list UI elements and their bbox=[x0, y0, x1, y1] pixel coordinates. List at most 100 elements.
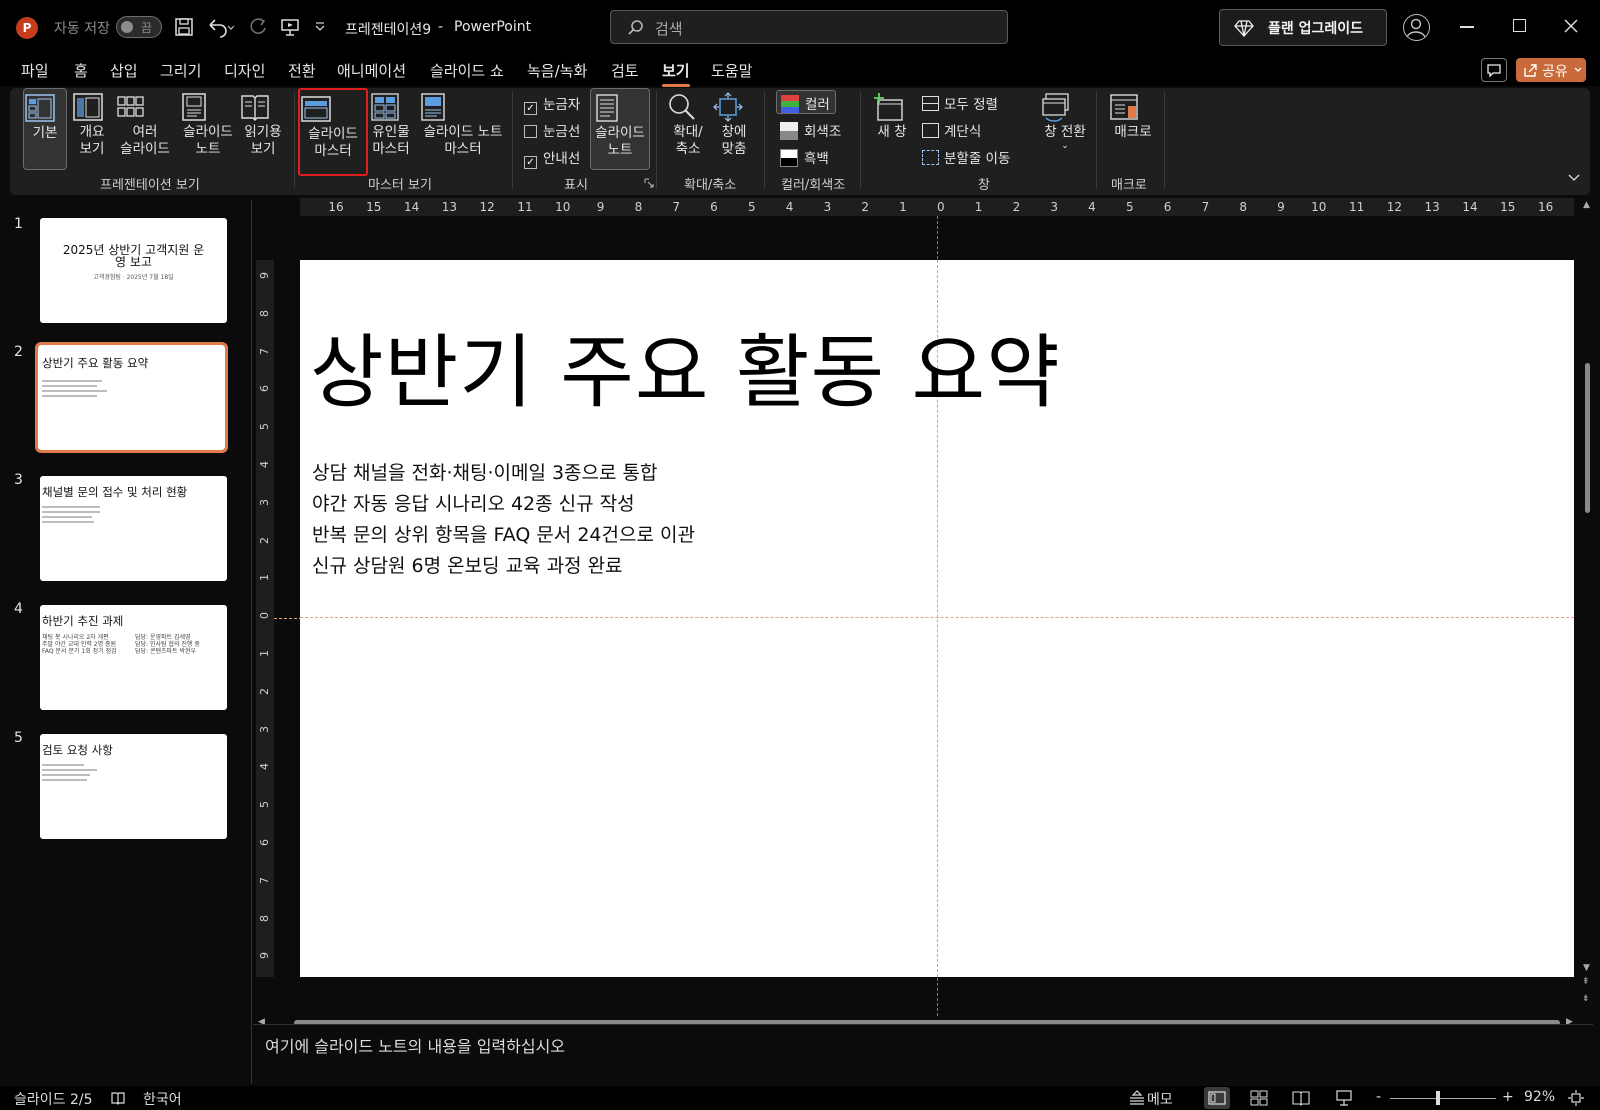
customize-qat-chevron-icon[interactable] bbox=[314, 22, 326, 32]
show-notes-button[interactable]: 슬라이드 노트 bbox=[590, 88, 650, 170]
tab-transitions[interactable]: 전환 bbox=[288, 60, 316, 81]
search-icon bbox=[627, 19, 645, 37]
diamond-icon bbox=[1234, 19, 1254, 37]
ruler-tick-label: 4 bbox=[258, 461, 271, 468]
collapse-ribbon-chevron-icon[interactable] bbox=[1568, 174, 1580, 182]
scroll-up-icon[interactable]: ▲ bbox=[1583, 200, 1590, 210]
slide-bullet[interactable]: 신규 상담원 6명 온보딩 교육 과정 완료 bbox=[312, 551, 623, 578]
ruler-tick-label: 14 bbox=[403, 200, 420, 214]
save-icon[interactable] bbox=[174, 17, 194, 37]
slide-thumbnail-1[interactable]: 2025년 상반기 고객지원 운 영 보고 고객경험팀 · 2025년 7월 1… bbox=[40, 218, 227, 323]
tab-draw[interactable]: 그리기 bbox=[160, 60, 201, 81]
macros-button[interactable]: 매크로 bbox=[1108, 88, 1158, 170]
tab-help[interactable]: 도움말 bbox=[711, 60, 752, 81]
tab-view[interactable]: 보기 bbox=[662, 60, 690, 87]
tab-review[interactable]: 검토 bbox=[611, 60, 639, 81]
slide-thumbnail-5[interactable]: 검토 요청 사항 bbox=[40, 734, 227, 839]
search-box[interactable]: 검색 bbox=[610, 10, 1008, 44]
menu-bar: 파일 홈 삽입 그리기 디자인 전환 애니메이션 슬라이드 쇼 녹음/녹화 검토… bbox=[0, 56, 1600, 87]
notes-master-button[interactable]: 슬라이드 노트 마스터 bbox=[417, 88, 509, 170]
outline-view-button[interactable]: 개요 보기 bbox=[72, 88, 112, 170]
slide-bullet[interactable]: 반복 문의 상위 항목을 FAQ 문서 24건으로 이관 bbox=[312, 520, 695, 547]
zoom-slider[interactable] bbox=[1390, 1098, 1496, 1099]
reading-view-status-icon[interactable] bbox=[1292, 1090, 1310, 1106]
ruler-tick-label: 9 bbox=[258, 272, 271, 279]
tab-slideshow[interactable]: 슬라이드 쇼 bbox=[430, 60, 504, 81]
slide-sorter-status-icon[interactable] bbox=[1250, 1090, 1268, 1106]
slide-title[interactable]: 상반기 주요 활동 요약 bbox=[310, 308, 1061, 424]
minimize-icon[interactable] bbox=[1460, 26, 1474, 28]
fit-slide-to-window-icon[interactable] bbox=[1568, 1090, 1584, 1106]
slide-canvas[interactable]: 상반기 주요 활동 요약 상담 채널을 전화·채팅·이메일 3종으로 통합 야간… bbox=[300, 260, 1574, 977]
tab-design[interactable]: 디자인 bbox=[224, 60, 265, 81]
present-from-start-icon[interactable] bbox=[280, 17, 300, 37]
notes-page-button[interactable]: 슬라이드 노트 bbox=[178, 88, 238, 170]
ruler-tick-label: 13 bbox=[1424, 200, 1440, 214]
redo-icon[interactable] bbox=[248, 17, 268, 37]
zoom-label-1: 확대/ bbox=[673, 124, 703, 140]
undo-icon[interactable] bbox=[206, 16, 236, 38]
zoom-level[interactable]: 92% bbox=[1524, 1089, 1555, 1105]
gridlines-checkbox[interactable]: 눈금선 bbox=[524, 120, 580, 140]
show-dialog-launcher-icon[interactable] bbox=[644, 178, 654, 188]
move-split-button[interactable]: 분할줄 이동 bbox=[922, 147, 1010, 167]
notes-pane[interactable]: 여기에 슬라이드 노트의 내용을 입력하십시오 bbox=[253, 1024, 1593, 1084]
next-slide-icon[interactable]: ⇟ bbox=[1582, 995, 1590, 1004]
autosave-toggle[interactable]: 끔 bbox=[116, 16, 162, 38]
account-avatar-icon[interactable] bbox=[1403, 14, 1430, 41]
tab-home[interactable]: 홈 bbox=[74, 60, 88, 81]
comments-button[interactable] bbox=[1481, 58, 1507, 82]
ruler-tick-label: 13 bbox=[441, 200, 458, 214]
upgrade-plan-button[interactable]: 플랜 업그레이드 bbox=[1219, 9, 1387, 46]
title-bar: P 자동 저장 끔 프레젠테이션9 - PowerPoint 검색 플랜 업그레… bbox=[0, 0, 1600, 56]
ruler-tick-label: 7 bbox=[258, 347, 271, 355]
tab-record[interactable]: 녹음/녹화 bbox=[527, 60, 587, 81]
arrange-all-button[interactable]: 모두 정렬 bbox=[922, 93, 998, 113]
ruler-checkbox[interactable]: ✓ 눈금자 bbox=[524, 93, 580, 115]
slide-bullet[interactable]: 상담 채널을 전화·채팅·이메일 3종으로 통합 bbox=[312, 458, 658, 485]
guides-checkbox[interactable]: ✓ 안내선 bbox=[524, 147, 580, 169]
accessibility-icon[interactable] bbox=[110, 1090, 126, 1106]
color-button[interactable]: 컬러 bbox=[776, 90, 836, 114]
reading-view-button[interactable]: 읽기용 보기 bbox=[239, 88, 287, 170]
tab-file[interactable]: 파일 bbox=[21, 60, 49, 81]
zoom-in-button[interactable]: + bbox=[1502, 1089, 1514, 1105]
switch-windows-button[interactable]: 창 전환 ⌄ bbox=[1040, 88, 1090, 170]
normal-view-button[interactable]: 기본 bbox=[23, 88, 67, 170]
ruler-tick-label: 10 bbox=[555, 200, 571, 214]
language-label[interactable]: 한국어 bbox=[143, 1089, 182, 1109]
handout-master-icon bbox=[369, 92, 413, 122]
zoom-button[interactable]: 확대/ 축소 bbox=[666, 88, 710, 170]
new-window-button[interactable]: 새 창 bbox=[872, 88, 912, 170]
slide-thumbnail-3[interactable]: 채널별 문의 접수 및 처리 현황 bbox=[40, 476, 227, 581]
previous-slide-icon[interactable]: ⇞ bbox=[1582, 978, 1590, 987]
vertical-scroll-thumb[interactable] bbox=[1585, 363, 1590, 513]
pane-divider[interactable] bbox=[251, 200, 252, 1084]
slide-sorter-button[interactable]: 여러 슬라이드 bbox=[115, 88, 175, 170]
tab-insert[interactable]: 삽입 bbox=[110, 60, 138, 81]
group-window: 창 bbox=[978, 178, 990, 193]
slideshow-status-icon[interactable] bbox=[1335, 1090, 1353, 1106]
scroll-down-icon[interactable]: ▼ bbox=[1583, 963, 1590, 973]
slide-number: 2 bbox=[14, 344, 23, 360]
share-button[interactable]: 공유 bbox=[1516, 58, 1586, 82]
close-icon[interactable] bbox=[1563, 18, 1579, 34]
notes-toggle-label[interactable]: 메모 bbox=[1147, 1089, 1173, 1109]
bw-swatch-icon bbox=[780, 149, 798, 167]
vertical-scrollbar[interactable]: ▲ ▼ ⇞ ⇟ bbox=[1580, 198, 1594, 1018]
slide-bullet[interactable]: 야간 자동 응답 시나리오 42종 신규 작성 bbox=[312, 489, 635, 516]
normal-view-status-button[interactable] bbox=[1204, 1087, 1230, 1109]
cascade-button[interactable]: 계단식 bbox=[922, 120, 981, 140]
tab-animations[interactable]: 애니메이션 bbox=[337, 60, 406, 81]
grayscale-button[interactable]: 회색조 bbox=[780, 120, 841, 140]
maximize-icon[interactable] bbox=[1513, 19, 1526, 32]
slide-thumbnail-4[interactable]: 하반기 추진 과제 채팅 봇 시나리오 2차 개편 주말 야간 교대 인력 2명… bbox=[40, 605, 227, 710]
zoom-slider-knob[interactable] bbox=[1436, 1091, 1441, 1105]
normal-view-label: 기본 bbox=[32, 125, 58, 141]
black-white-button[interactable]: 흑백 bbox=[780, 147, 829, 167]
slide-thumbnail-2[interactable]: 상반기 주요 활동 요약 bbox=[35, 342, 228, 453]
fit-to-window-button[interactable]: 창에 맞춤 bbox=[712, 88, 756, 170]
slide-master-button[interactable]: 슬라이드 마스터 bbox=[298, 88, 368, 176]
handout-master-button[interactable]: 유인물 마스터 bbox=[369, 88, 413, 170]
zoom-out-button[interactable]: - bbox=[1376, 1089, 1381, 1105]
